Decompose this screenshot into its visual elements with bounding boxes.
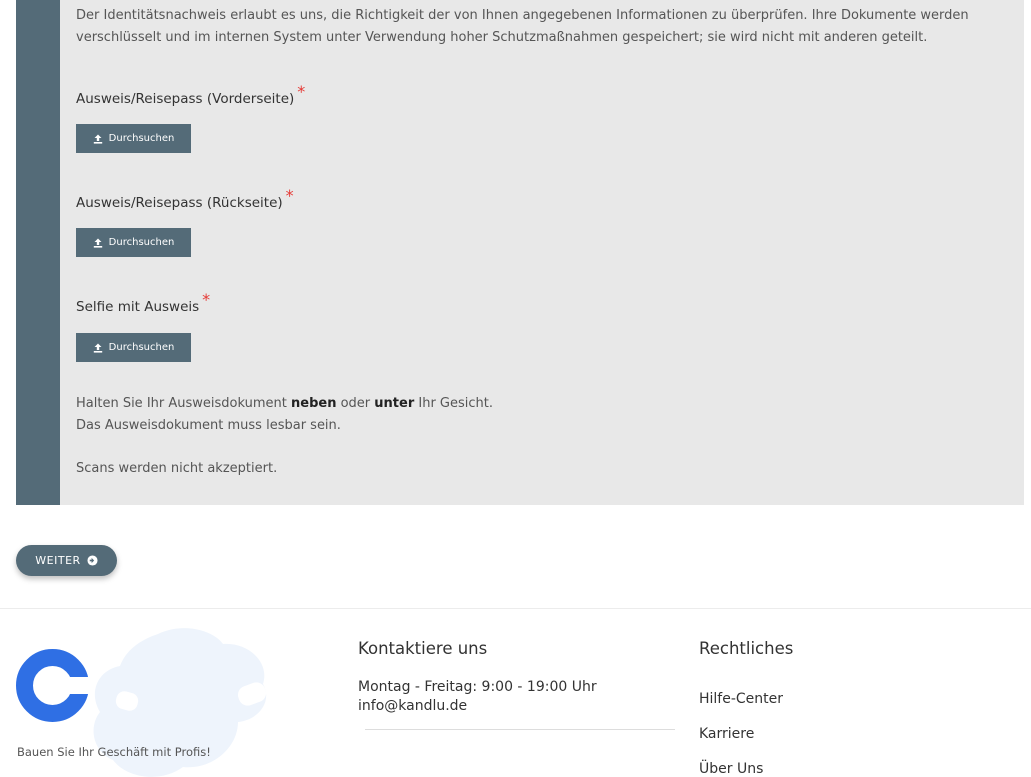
contact-divider [365,729,675,730]
field-label-text: Ausweis/Reisepass (Rückseite) [76,195,283,211]
note-text: oder [336,396,375,411]
upload-icon [93,134,102,144]
field-label-selfie: Selfie mit Ausweis * [76,290,210,315]
panel-accent-stripe [16,0,60,505]
footer-link-hilfe-center[interactable]: Hilfe-Center [699,691,783,707]
note-emphasis-unter: unter [374,396,415,411]
note-no-scans: Scans werden nicht akzeptiert. [76,461,278,476]
footer-contact-title: Kontaktiere uns [358,639,488,658]
intro-text: Der Identitätsnachweis erlaubt es uns, d… [76,8,969,45]
note-text: Halten Sie Ihr Ausweisdokument [76,396,291,411]
weiter-button[interactable]: WEITER [16,545,117,576]
footer-divider [0,608,1031,609]
field-label-id-front: Ausweis/Reisepass (Vorderseite) * [76,82,305,107]
note-readable: Das Ausweisdokument muss lesbar sein. [76,418,341,433]
browse-button-id-front[interactable]: Durchsuchen [76,124,191,153]
id-verification-panel: Der Identitätsnachweis erlaubt es uns, d… [16,0,1024,505]
note-position: Halten Sie Ihr Ausweisdokument neben ode… [76,393,493,415]
footer-contact-email[interactable]: info@kandlu.de [358,698,467,714]
browse-button-id-back[interactable]: Durchsuchen [76,228,191,257]
browse-button-label: Durchsuchen [108,133,175,144]
browse-button-selfie[interactable]: Durchsuchen [76,333,191,362]
arrow-circle-right-icon [87,555,98,566]
footer-contact-hours: Montag - Freitag: 9:00 - 19:00 Uhr [358,679,597,695]
field-label-id-back: Ausweis/Reisepass (Rückseite) * [76,186,294,211]
footer-tagline: Bauen Sie Ihr Geschäft mit Profis! [17,745,211,759]
upload-icon [93,343,102,353]
required-asterisk: * [285,186,294,205]
footer-legal-title: Rechtliches [699,639,794,658]
field-label-text: Ausweis/Reisepass (Vorderseite) [76,91,295,107]
footer-link-ueber-uns[interactable]: Über Uns [699,761,763,777]
upload-icon [93,238,102,248]
browse-button-label: Durchsuchen [108,237,175,248]
required-asterisk: * [202,290,211,309]
required-asterisk: * [297,82,306,101]
note-text: Ihr Gesicht. [414,396,493,411]
browse-button-label: Durchsuchen [108,342,175,353]
kandlu-logo-icon [16,649,89,722]
field-label-text: Selfie mit Ausweis [76,299,200,315]
note-emphasis-neben: neben [291,396,337,411]
weiter-button-label: WEITER [35,554,81,567]
footer-link-karriere[interactable]: Karriere [699,726,754,742]
page: Der Identitätsnachweis erlaubt es uns, d… [0,0,1031,777]
